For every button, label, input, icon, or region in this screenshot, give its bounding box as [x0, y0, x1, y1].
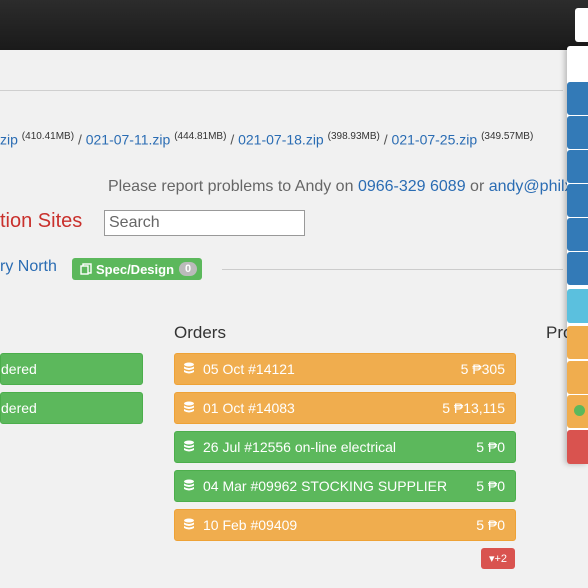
download-separator: /: [383, 131, 388, 148]
report-prefix: Please report problems to Andy on: [108, 178, 354, 195]
orders-heading: Orders: [174, 323, 226, 342]
order-label: 10 Feb #09409: [203, 517, 298, 533]
more-orders-button[interactable]: ▾+2: [481, 548, 515, 569]
order-button[interactable]: 05 Oct #14121 5 ₱305: [174, 353, 516, 385]
download-separator: /: [230, 131, 235, 148]
download-size-0: (410.41MB): [21, 131, 75, 142]
order-button[interactable]: 10 Feb #09409 5 ₱0: [174, 509, 516, 541]
page-title: tion Sites: [0, 210, 83, 232]
download-separator: /: [77, 131, 82, 148]
order-value: 5 ₱0: [476, 517, 505, 533]
left-status-button[interactable]: dered: [0, 392, 143, 424]
site-name-link[interactable]: ry North: [0, 258, 57, 276]
order-button[interactable]: 26 Jul #12556 on-line electrical 5 ₱0: [174, 431, 516, 463]
order-value: 5 ₱305: [460, 361, 505, 377]
report-or: or: [470, 178, 485, 195]
divider: [222, 269, 563, 270]
download-size-1: (444.81MB): [174, 131, 227, 142]
copy-icon: [80, 263, 92, 275]
side-tab[interactable]: [567, 116, 588, 149]
download-links: zip (410.41MB) / 021-07-11.zip (444.81MB…: [0, 131, 533, 148]
more-badge-label: ▾+2: [488, 553, 508, 565]
spec-design-button[interactable]: Spec/Design 0: [72, 258, 203, 280]
order-label: 04 Mar #09962 STOCKING SUPPLIER: [203, 478, 448, 494]
download-link-2[interactable]: 021-07-18.zip: [238, 132, 324, 148]
side-tab[interactable]: [567, 184, 588, 217]
side-tab[interactable]: [567, 150, 588, 183]
download-link-3[interactable]: 021-07-25.zip: [392, 132, 478, 148]
side-tab[interactable]: [567, 82, 588, 115]
left-status-button[interactable]: dered: [0, 353, 143, 385]
database-icon: [184, 479, 194, 491]
download-size-3: (349.57MB): [481, 131, 534, 142]
database-icon: [184, 362, 194, 374]
divider: [0, 90, 563, 91]
spec-design-count: 0: [179, 262, 198, 276]
order-value: 5 ₱13,115: [442, 400, 505, 416]
side-tab[interactable]: [567, 430, 588, 464]
order-label: 01 Oct #14083: [203, 400, 295, 416]
status-dot-icon: [574, 405, 585, 416]
side-tab[interactable]: [567, 289, 588, 323]
order-button[interactable]: 01 Oct #14083 5 ₱13,115: [174, 392, 516, 424]
order-label: 26 Jul #12556 on-line electrical: [203, 439, 397, 455]
order-value: 5 ₱0: [476, 439, 505, 455]
database-icon: [184, 518, 194, 530]
spec-design-label: Spec/Design: [96, 261, 175, 277]
left-button-label: dered: [1, 361, 37, 377]
database-icon: [184, 401, 194, 413]
download-link-1[interactable]: 021-07-11.zip: [86, 132, 171, 148]
download-size-2: (398.93MB): [327, 131, 380, 142]
top-navbar: [0, 0, 588, 50]
side-tab[interactable]: [567, 218, 588, 251]
search-input[interactable]: [104, 210, 305, 236]
order-value: 5 ₱0: [476, 478, 505, 494]
download-link-0[interactable]: zip: [0, 132, 18, 148]
report-problems-text: Please report problems to Andy on 0966-3…: [108, 178, 585, 196]
top-right-menu-button[interactable]: [575, 8, 588, 42]
database-icon: [184, 440, 194, 452]
left-button-label: dered: [1, 400, 37, 416]
side-tab[interactable]: [567, 252, 588, 285]
order-button[interactable]: 04 Mar #09962 STOCKING SUPPLIER 5 ₱0: [174, 470, 516, 502]
side-tab[interactable]: [567, 361, 588, 394]
phone-link[interactable]: 0966-329 6089: [358, 178, 466, 195]
order-label: 05 Oct #14121: [203, 361, 295, 377]
side-tab[interactable]: [567, 326, 588, 359]
